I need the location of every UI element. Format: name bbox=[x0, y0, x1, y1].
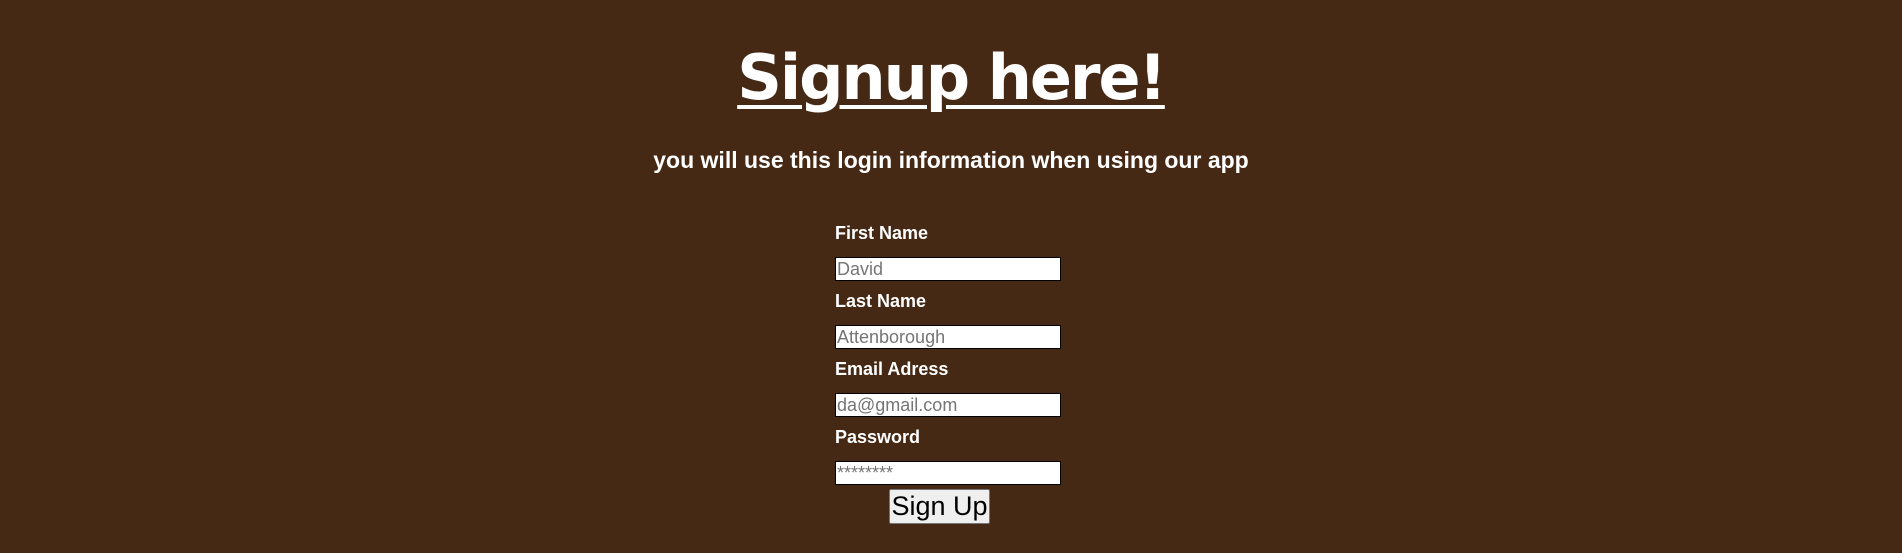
page-subtitle: you will use this login information when… bbox=[653, 147, 1249, 173]
password-input[interactable] bbox=[835, 461, 1061, 485]
first-name-input[interactable] bbox=[835, 257, 1061, 281]
email-label: Email Adress bbox=[835, 359, 949, 379]
last-name-input[interactable] bbox=[835, 325, 1061, 349]
sign-up-button[interactable]: Sign Up bbox=[889, 489, 990, 524]
email-input[interactable] bbox=[835, 393, 1061, 417]
last-name-label: Last Name bbox=[835, 291, 927, 311]
page-title: Signup here! bbox=[737, 41, 1167, 114]
first-name-label: First Name bbox=[835, 223, 929, 243]
password-label: Password bbox=[835, 427, 921, 447]
signup-form: First Name Last Name Email Adress Passwo… bbox=[835, 222, 1065, 494]
